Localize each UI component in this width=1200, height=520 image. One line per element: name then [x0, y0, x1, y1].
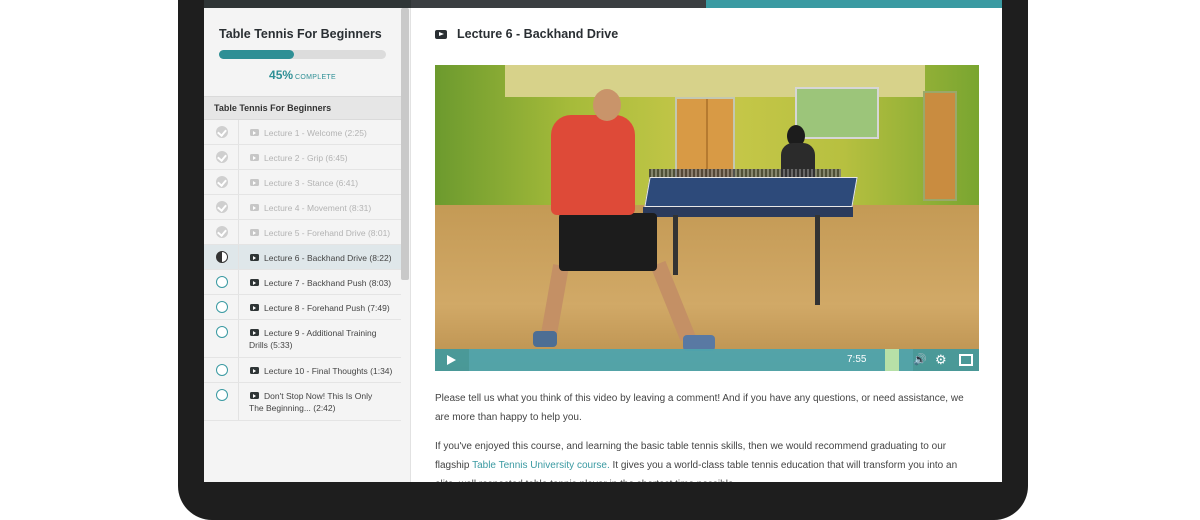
video-icon	[250, 179, 259, 186]
course-progress-label: 45% COMPLETE	[204, 66, 401, 84]
video-scene-player-shirt	[551, 115, 635, 215]
lecture-item-8[interactable]: Lecture 8 - Forehand Push (7:49)	[204, 295, 401, 320]
row-divider	[238, 220, 239, 244]
screen: Table Tennis For Beginners 45% COMPLETE T…	[204, 0, 1002, 482]
lecture-item-7[interactable]: Lecture 7 - Backhand Push (8:03)	[204, 270, 401, 295]
lecture-item-1[interactable]: Lecture 1 - Welcome (2:25)	[204, 120, 401, 145]
lecture-item-9[interactable]: Lecture 9 - Additional Training Drills (…	[204, 320, 401, 358]
lecture-item-5[interactable]: Lecture 5 - Forehand Drive (8:01)	[204, 220, 401, 245]
row-divider	[238, 245, 239, 269]
row-divider	[238, 358, 239, 382]
circle-icon	[216, 301, 228, 313]
topbar-middle	[411, 0, 706, 8]
half-circle-icon	[216, 251, 228, 263]
lecture-label: Lecture 2 - Grip (6:45)	[264, 153, 348, 163]
description-paragraph: If you've enjoyed this course, and learn…	[435, 437, 979, 482]
checkmark-icon	[216, 176, 228, 188]
video-scene-table-leg	[673, 215, 678, 275]
fullscreen-icon[interactable]	[959, 354, 973, 366]
course-progress-fill	[219, 50, 295, 59]
lecture-item-3[interactable]: Lecture 3 - Stance (6:41)	[204, 170, 401, 195]
volume-icon[interactable]: 🔊	[913, 354, 929, 366]
row-divider	[238, 383, 239, 420]
video-scene-table-leg	[815, 215, 820, 305]
video-buffer-indicator	[885, 349, 899, 371]
progress-word: COMPLETE	[295, 74, 336, 81]
lecture-label: Lecture 5 - Forehand Drive (8:01)	[264, 228, 391, 238]
video-timecode: 7:55	[847, 354, 867, 365]
lecture-label: Lecture 9 - Additional Training Drills (…	[249, 328, 377, 350]
video-icon	[250, 229, 259, 236]
lecture-list: Lecture 1 - Welcome (2:25) Lecture 2 - G…	[204, 120, 401, 421]
video-player[interactable]: 7:55 🔊 ⚙	[435, 65, 979, 371]
lecture-description: Please tell us what you think of this vi…	[435, 389, 979, 482]
row-divider	[238, 145, 239, 169]
video-icon	[250, 154, 259, 161]
lecture-content: Lecture 6 - Backhand Drive 7:55 🔊 ⚙ Plea…	[411, 8, 1002, 482]
circle-icon	[216, 364, 228, 376]
video-icon	[250, 367, 259, 374]
video-icon	[250, 254, 259, 261]
video-icon	[250, 304, 259, 311]
course-title: Table Tennis For Beginners	[219, 27, 382, 41]
video-scene-player-head	[593, 89, 621, 121]
lecture-label: Lecture 6 - Backhand Drive (8:22)	[264, 253, 392, 263]
lecture-label: Don't Stop Now! This Is Only The Beginni…	[249, 391, 373, 413]
checkmark-icon	[216, 151, 228, 163]
lecture-label: Lecture 3 - Stance (6:41)	[264, 178, 359, 188]
row-divider	[238, 270, 239, 294]
lecture-label: Lecture 8 - Forehand Push (7:49)	[264, 303, 390, 313]
row-divider	[238, 120, 239, 144]
row-divider	[238, 195, 239, 219]
checkmark-icon	[216, 201, 228, 213]
description-paragraph: Please tell us what you think of this vi…	[435, 393, 964, 423]
video-icon	[250, 279, 259, 286]
lecture-title: Lecture 6 - Backhand Drive	[457, 27, 619, 41]
topbar-right[interactable]	[706, 0, 1002, 8]
checkmark-icon	[216, 226, 228, 238]
video-icon	[435, 29, 447, 39]
sidebar-scrollbar[interactable]	[401, 8, 409, 280]
progress-percent: 45%	[269, 68, 294, 82]
lecture-header: Lecture 6 - Backhand Drive	[435, 27, 618, 41]
lecture-item-2[interactable]: Lecture 2 - Grip (6:45)	[204, 145, 401, 170]
row-divider	[238, 170, 239, 194]
play-icon[interactable]	[447, 355, 456, 365]
row-divider	[238, 320, 239, 357]
lecture-label: Lecture 1 - Welcome (2:25)	[264, 128, 367, 138]
circle-icon	[216, 326, 228, 338]
circle-icon	[216, 276, 228, 288]
video-scene-player-shoe	[533, 331, 557, 347]
video-icon	[250, 129, 259, 136]
video-scene-player-shorts	[559, 213, 657, 271]
course-sidebar: Table Tennis For Beginners 45% COMPLETE T…	[204, 8, 411, 482]
lecture-item-6[interactable]: Lecture 6 - Backhand Drive (8:22)	[204, 245, 401, 270]
circle-icon	[216, 389, 228, 401]
video-controls: 7:55 🔊 ⚙	[435, 349, 979, 371]
video-scene-window	[795, 87, 879, 139]
lecture-label: Lecture 10 - Final Thoughts (1:34)	[264, 366, 393, 376]
gear-icon[interactable]: ⚙	[935, 353, 949, 367]
lecture-label: Lecture 4 - Movement (8:31)	[264, 203, 372, 213]
checkmark-icon	[216, 126, 228, 138]
video-scene-table	[644, 177, 858, 207]
lecture-label: Lecture 7 - Backhand Push (8:03)	[264, 278, 392, 288]
course-progress-bar	[219, 50, 386, 59]
lecture-item-10[interactable]: Lecture 10 - Final Thoughts (1:34)	[204, 358, 401, 383]
topbar-left	[204, 0, 411, 8]
row-divider	[238, 295, 239, 319]
lecture-item-4[interactable]: Lecture 4 - Movement (8:31)	[204, 195, 401, 220]
video-scene-side-door	[923, 91, 957, 201]
video-icon	[250, 204, 259, 211]
lecture-item-11[interactable]: Don't Stop Now! This Is Only The Beginni…	[204, 383, 401, 421]
course-link[interactable]: Table Tennis University course.	[472, 460, 610, 471]
section-header: Table Tennis For Beginners	[204, 96, 401, 120]
